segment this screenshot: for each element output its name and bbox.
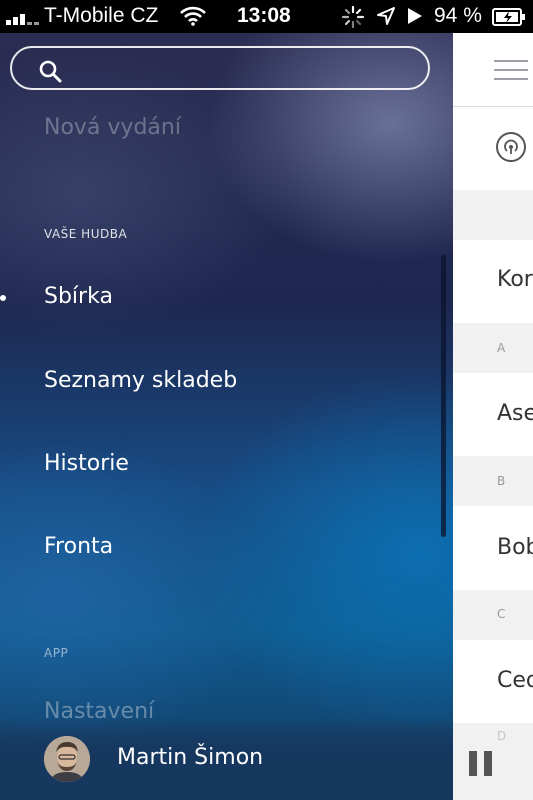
section-header-your-music: VAŠE HUDBA bbox=[44, 227, 128, 241]
list-item[interactable]: Bob bbox=[497, 535, 533, 560]
signal-icon bbox=[6, 11, 40, 25]
activity-spinner-icon bbox=[341, 6, 365, 28]
letter-header: C bbox=[497, 607, 506, 621]
main-content-peek: Kor A Ase B Bob C Ced D bbox=[453, 33, 533, 800]
avatar[interactable] bbox=[44, 736, 90, 782]
play-icon bbox=[408, 8, 422, 24]
search-input[interactable] bbox=[74, 54, 418, 84]
active-indicator bbox=[0, 295, 6, 301]
letter-header: B bbox=[497, 474, 506, 488]
mini-player[interactable]: D bbox=[453, 723, 533, 800]
section-band bbox=[453, 590, 533, 640]
list-item[interactable]: Ase bbox=[497, 401, 533, 426]
menu-item-history[interactable]: Historie bbox=[44, 451, 129, 476]
menu-item-collection[interactable]: Sbírka bbox=[44, 284, 113, 309]
letter-header: D bbox=[497, 729, 507, 743]
battery-percentage: 94 % bbox=[434, 4, 482, 27]
app-screen: T-Mobile CZ 13:08 94 % Nová vydání VAŠE … bbox=[0, 0, 533, 800]
section-band bbox=[453, 456, 533, 506]
wifi-icon bbox=[180, 6, 206, 26]
menu-scrollbar[interactable] bbox=[441, 255, 446, 537]
location-icon bbox=[377, 7, 395, 25]
section-band bbox=[453, 323, 533, 373]
menu-item-new-releases[interactable]: Nová vydání bbox=[44, 115, 181, 140]
menu-item-queue[interactable]: Fronta bbox=[44, 534, 113, 559]
carrier-name: T-Mobile CZ bbox=[44, 4, 159, 27]
radio-icon[interactable] bbox=[496, 132, 526, 162]
list-item[interactable]: Ced bbox=[497, 668, 533, 693]
user-profile-bar[interactable]: Martin Šimon bbox=[0, 718, 453, 800]
search-field[interactable] bbox=[10, 46, 430, 90]
spacer-band bbox=[453, 190, 533, 240]
side-menu: Nová vydání VAŠE HUDBA Sbírka Seznamy sk… bbox=[0, 33, 453, 800]
letter-header: A bbox=[497, 341, 506, 355]
battery-icon bbox=[492, 8, 525, 26]
list-item[interactable]: Kor bbox=[497, 267, 533, 292]
divider bbox=[453, 106, 533, 107]
hamburger-icon[interactable] bbox=[494, 60, 528, 80]
status-bar: T-Mobile CZ 13:08 94 % bbox=[0, 0, 533, 33]
pause-icon[interactable] bbox=[469, 751, 493, 776]
search-icon bbox=[39, 60, 62, 83]
section-header-app: APP bbox=[44, 646, 69, 660]
user-name[interactable]: Martin Šimon bbox=[117, 745, 263, 770]
clock: 13:08 bbox=[237, 4, 291, 27]
menu-item-playlists[interactable]: Seznamy skladeb bbox=[44, 368, 237, 393]
